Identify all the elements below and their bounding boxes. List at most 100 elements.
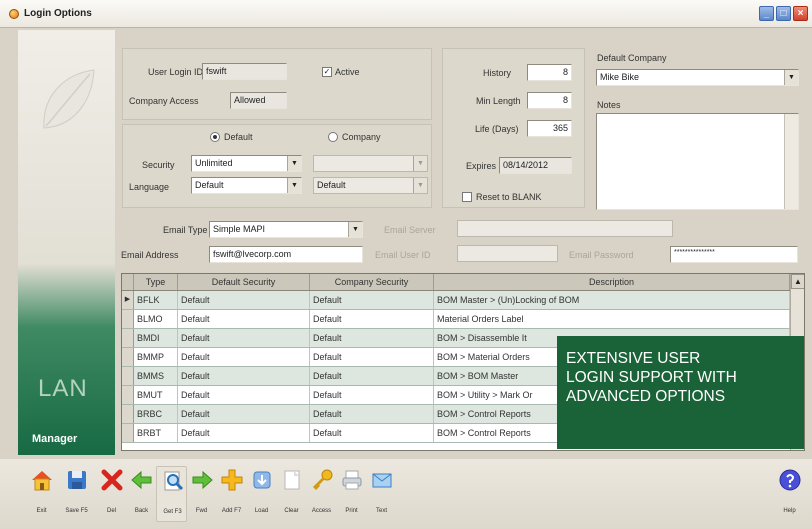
close-button[interactable]: × <box>793 6 808 21</box>
cell-company-security[interactable]: Default <box>310 291 434 309</box>
cell-company-security[interactable]: Default <box>310 367 434 385</box>
cell-default-security[interactable]: Default <box>178 367 310 385</box>
login-id-field[interactable]: fswift <box>202 63 287 80</box>
grid-header: Type Default Security Company Security D… <box>122 274 790 291</box>
cell-description[interactable]: BOM Master > (Un)Locking of BOM <box>434 291 790 309</box>
promo-line-1: EXTENSIVE USER <box>566 350 701 367</box>
promo-banner: EXTENSIVE USER LOGIN SUPPORT WITH ADVANC… <box>557 336 804 449</box>
company-access-label: Company Access <box>129 96 199 106</box>
reset-blank-checkbox[interactable] <box>462 192 472 202</box>
chevron-down-icon[interactable]: ▼ <box>287 156 301 171</box>
row-selector[interactable] <box>122 329 134 347</box>
promo-line-3: ADVANCED OPTIONS <box>566 388 726 405</box>
promo-line-2: LOGIN SUPPORT WITH <box>566 369 737 386</box>
chevron-down-icon[interactable]: ▼ <box>287 178 301 193</box>
email-type-value: Simple MAPI <box>213 224 266 234</box>
company-radio[interactable] <box>328 132 338 142</box>
cell-default-security[interactable]: Default <box>178 329 310 347</box>
row-selector[interactable] <box>122 386 134 404</box>
email-address-field[interactable]: fswift@lvecorp.com <box>209 246 363 263</box>
default-company-label: Default Company <box>597 53 667 63</box>
row-selector[interactable] <box>122 348 134 366</box>
expires-label: Expires <box>466 161 497 171</box>
row-selector[interactable] <box>122 367 134 385</box>
cell-default-security[interactable]: Default <box>178 291 310 309</box>
column-header-description[interactable]: Description <box>434 274 790 290</box>
cell-default-security[interactable]: Default <box>178 348 310 366</box>
brand-manager-text: Manager <box>32 433 78 445</box>
chevron-down-icon: ▼ <box>413 156 427 171</box>
chevron-down-icon[interactable]: ▼ <box>348 222 362 237</box>
scroll-up-icon[interactable]: ▲ <box>791 274 804 289</box>
email-icon <box>372 473 392 488</box>
notes-textarea[interactable] <box>596 113 799 210</box>
column-header-company-security[interactable]: Company Security <box>310 274 434 290</box>
cell-type[interactable]: BMUT <box>134 386 178 404</box>
cell-type[interactable]: BRBC <box>134 405 178 423</box>
save-icon <box>68 471 86 489</box>
minimize-button[interactable]: _ <box>759 6 774 21</box>
row-selector[interactable] <box>122 405 134 423</box>
row-selector[interactable] <box>122 310 134 328</box>
security-label: Security <box>142 160 175 170</box>
cell-description[interactable]: Material Orders Label <box>434 310 790 328</box>
notes-scrollbar[interactable] <box>784 114 798 209</box>
email-password-field[interactable]: *************** <box>670 246 798 263</box>
cell-default-security[interactable]: Default <box>178 405 310 423</box>
cell-type[interactable]: BMMS <box>134 367 178 385</box>
cell-company-security[interactable]: Default <box>310 405 434 423</box>
cell-type[interactable]: BLMO <box>134 310 178 328</box>
company-radio-label: Company <box>342 132 381 142</box>
cell-default-security[interactable]: Default <box>178 310 310 328</box>
default-radio-label: Default <box>224 132 253 142</box>
forward-arrow-icon <box>192 470 213 490</box>
load-icon <box>253 471 271 489</box>
default-company-value: Mike Bike <box>600 72 640 82</box>
email-type-select[interactable]: Simple MAPI ▼ <box>209 221 363 238</box>
text-label: Text <box>375 508 387 514</box>
email-user-id-label: Email User ID <box>375 250 431 260</box>
column-header-type[interactable]: Type <box>134 274 178 290</box>
cell-company-security[interactable]: Default <box>310 386 434 404</box>
column-header-default-security[interactable]: Default Security <box>178 274 310 290</box>
cell-company-security[interactable]: Default <box>310 424 434 442</box>
email-server-field <box>457 220 673 237</box>
default-radio[interactable] <box>210 132 220 142</box>
exit-label: Exit <box>36 508 47 514</box>
cell-type[interactable]: BFLK <box>134 291 178 309</box>
default-company-select[interactable]: Mike Bike ▼ <box>596 69 799 86</box>
table-row[interactable]: BLMO Default Default Material Orders Lab… <box>122 310 790 329</box>
active-checkbox[interactable]: ✓ <box>322 67 332 77</box>
cell-company-security[interactable]: Default <box>310 329 434 347</box>
history-field[interactable]: 8 <box>527 64 572 81</box>
company-access-field: Allowed <box>230 92 287 109</box>
cell-company-security[interactable]: Default <box>310 310 434 328</box>
text-button[interactable]: Text <box>366 466 397 522</box>
security-select[interactable]: Unlimited ▼ <box>191 155 302 172</box>
cell-default-security[interactable]: Default <box>178 386 310 404</box>
chevron-down-icon: ▼ <box>413 178 427 193</box>
chevron-down-icon[interactable]: ▼ <box>784 70 798 85</box>
life-days-field[interactable]: 365 <box>527 120 572 137</box>
table-row[interactable]: ▶ BFLK Default Default BOM Master > (Un)… <box>122 291 790 310</box>
min-length-field[interactable]: 8 <box>527 92 572 109</box>
row-selector[interactable] <box>122 424 134 442</box>
cell-company-security[interactable]: Default <box>310 348 434 366</box>
cell-type[interactable]: BMMP <box>134 348 178 366</box>
help-icon <box>779 469 801 491</box>
user-panel <box>122 48 432 120</box>
row-selected-indicator: ▶ <box>122 291 134 309</box>
cell-type[interactable]: BRBT <box>134 424 178 442</box>
cell-type[interactable]: BMDI <box>134 329 178 347</box>
language-select[interactable]: Default ▼ <box>191 177 302 194</box>
history-label: History <box>483 68 512 78</box>
bottom-toolbar: Exit Save F5 Del Back Get F3 Fwd Add F7 … <box>0 459 812 529</box>
cell-default-security[interactable]: Default <box>178 424 310 442</box>
window-titlebar: Login Options _ □ × <box>0 0 812 28</box>
save-button[interactable]: Save F5 <box>61 466 92 522</box>
help-button[interactable]: Help <box>774 466 805 522</box>
exit-button[interactable]: Exit <box>26 466 57 522</box>
save-label: Save F5 <box>65 508 88 514</box>
maximize-button[interactable]: □ <box>776 6 791 21</box>
app-icon <box>9 9 19 19</box>
